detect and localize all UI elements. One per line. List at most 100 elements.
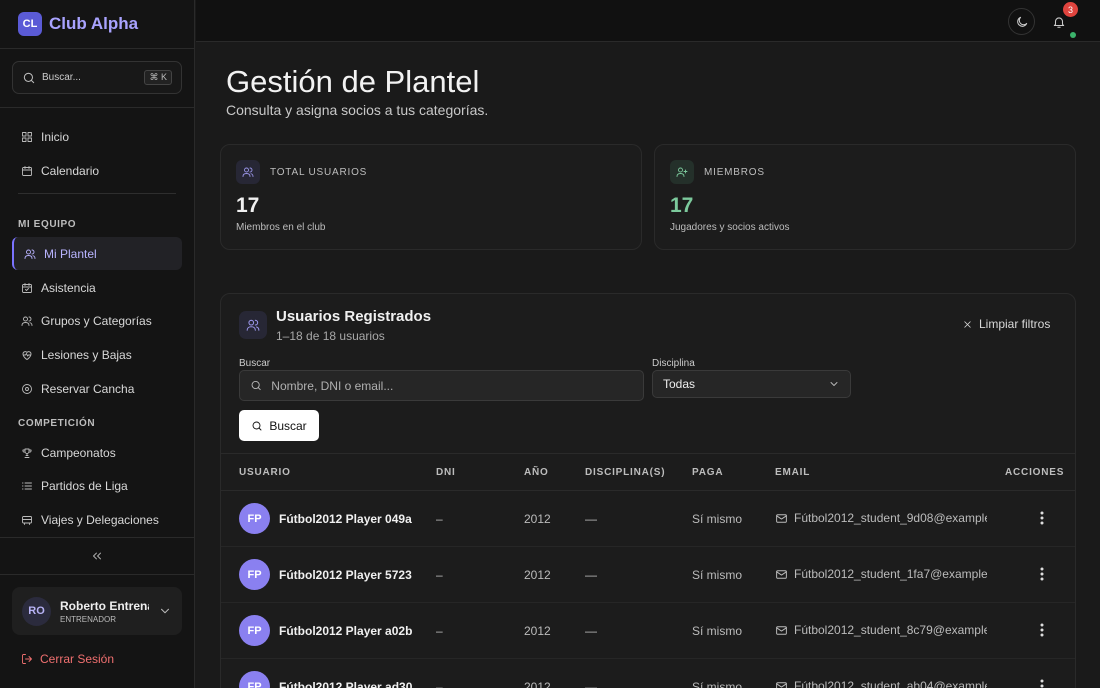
chevrons-left-icon [92, 552, 102, 560]
user-dni: – [436, 680, 443, 688]
sidebar-item-label: Calendario [41, 163, 100, 178]
user-discipline: — [585, 624, 597, 638]
table-row[interactable]: FP Fútbol2012 Player ad30 – 2012 — Sí mi… [221, 659, 1075, 688]
user-email: Fútbol2012_student_ab04@example.com [775, 679, 987, 688]
user-payer: Sí mismo [692, 568, 743, 582]
user-discipline: — [585, 680, 597, 688]
sidebar-item-asistencia[interactable]: Asistencia [12, 271, 182, 304]
section-title-team: MI EQUIPO [18, 219, 77, 230]
row-actions-button[interactable] [1039, 566, 1045, 582]
notification-badge: 3 [1063, 2, 1078, 17]
stat-description: Jugadores y socios activos [670, 222, 790, 233]
sidebar-item-campeonatos[interactable]: Campeonatos [12, 436, 182, 469]
user-email: Fútbol2012_student_8c79@example.com [775, 623, 987, 637]
sidebar-item-reservar[interactable]: Reservar Cancha [12, 372, 182, 405]
more-vertical-icon [1040, 623, 1044, 637]
bus-icon [22, 515, 32, 525]
sidebar-search[interactable]: Buscar... ⌘ K [12, 61, 182, 94]
heart-icon [22, 350, 32, 360]
divider [0, 537, 195, 538]
user-menu[interactable]: RO Roberto Entrenador ENTRENADOR [12, 587, 182, 635]
stat-label: TOTAL USUARIOS [270, 167, 368, 178]
logout-icon [22, 654, 32, 664]
table-row[interactable]: FP Fútbol2012 Player a02b – 2012 — Sí mi… [221, 603, 1075, 659]
discipline-value: Todas [663, 377, 696, 391]
user-year: 2012 [524, 568, 551, 582]
page-title: Gestión de Plantel [226, 64, 480, 99]
stat-label: MIEMBROS [704, 167, 765, 178]
user-email-text: Fútbol2012_student_9d08@example.com [794, 511, 987, 525]
column-header[interactable]: DISCIPLINA(S) [585, 467, 665, 478]
table-header: USUARIO DNI AÑO DISCIPLINA(S) PAGA EMAIL… [221, 453, 1075, 491]
more-vertical-icon [1040, 511, 1044, 525]
brand[interactable]: CL Club Alpha [18, 12, 138, 36]
sidebar-item-calendario[interactable]: Calendario [12, 154, 182, 187]
user-search-field [239, 370, 644, 401]
user-payer: Sí mismo [692, 512, 743, 526]
logout-label: Cerrar Sesión [40, 652, 115, 666]
sidebar: CL Club Alpha Buscar... ⌘ K Inicio Calen… [0, 0, 195, 688]
table-row[interactable]: FP Fútbol2012 Player 5723 – 2012 — Sí mi… [221, 547, 1075, 603]
users-icon [236, 160, 260, 184]
stat-card-total-users: TOTAL USUARIOS 17 Miembros en el club [220, 144, 642, 250]
sidebar-item-label: Lesiones y Bajas [41, 347, 132, 362]
user-payer: Sí mismo [692, 680, 743, 688]
avatar: RO [22, 596, 51, 626]
column-header: ACCIONES [1005, 467, 1065, 478]
user-email: Fútbol2012_student_9d08@example.com [775, 511, 987, 525]
search-button[interactable]: Buscar [239, 410, 319, 441]
stat-value: 17 [236, 194, 260, 217]
user-email-text: Fútbol2012_student_1fa7@example.com [794, 567, 987, 581]
user-year: 2012 [524, 680, 551, 688]
avatar: FP [239, 559, 270, 590]
discipline-select[interactable]: Todas [652, 370, 851, 398]
user-email: Fútbol2012_student_1fa7@example.com [775, 567, 987, 581]
sidebar-item-lesiones[interactable]: Lesiones y Bajas [12, 338, 182, 371]
close-icon [964, 320, 971, 328]
collapse-sidebar-button[interactable] [90, 549, 104, 563]
panel-title: Usuarios Registrados [276, 308, 432, 325]
chevron-down-icon [160, 608, 170, 614]
sidebar-item-label: Campeonatos [41, 445, 116, 460]
column-header[interactable]: EMAIL [775, 467, 810, 478]
user-dni: – [436, 568, 443, 582]
row-actions-button[interactable] [1039, 678, 1045, 688]
logout-button[interactable]: Cerrar Sesión [21, 652, 114, 666]
user-dni: – [436, 624, 443, 638]
user-search-input[interactable] [271, 378, 633, 393]
theme-toggle-button[interactable] [1008, 8, 1035, 35]
section-title-competition: COMPETICIÓN [18, 418, 96, 429]
row-actions-button[interactable] [1039, 510, 1045, 526]
column-header[interactable]: AÑO [524, 467, 549, 478]
user-name: Fútbol2012 Player a02b [279, 624, 413, 638]
user-email-text: Fútbol2012_student_8c79@example.com [794, 623, 987, 637]
sidebar-item-partidos[interactable]: Partidos de Liga [12, 469, 182, 502]
mail-icon [776, 513, 787, 523]
user-email-text: Fútbol2012_student_ab04@example.com [794, 679, 987, 688]
divider [18, 193, 176, 194]
column-header[interactable]: PAGA [692, 467, 723, 478]
search-button-label: Buscar [269, 418, 307, 433]
row-actions-button[interactable] [1039, 622, 1045, 638]
moon-icon [1016, 16, 1027, 27]
user-year: 2012 [524, 624, 551, 638]
divider [0, 107, 195, 108]
trophy-icon [22, 448, 32, 458]
mail-icon [776, 625, 787, 635]
sidebar-item-viajes[interactable]: Viajes y Delegaciones [12, 503, 182, 536]
mail-icon [776, 681, 787, 688]
sidebar-item-label: Partidos de Liga [41, 478, 128, 493]
grid-icon [22, 131, 32, 142]
sidebar-item-mi-plantel[interactable]: Mi Plantel [12, 237, 182, 270]
clear-filters-button[interactable]: Limpiar filtros [962, 317, 1050, 331]
column-header[interactable]: DNI [436, 467, 456, 478]
list-icon [22, 482, 32, 489]
user-name: Fútbol2012 Player 049a [279, 512, 412, 526]
discipline-label: Disciplina [652, 358, 695, 369]
sidebar-item-label: Viajes y Delegaciones [41, 512, 159, 527]
sidebar-item-grupos[interactable]: Grupos y Categorías [12, 304, 182, 337]
table-row[interactable]: FP Fútbol2012 Player 049a – 2012 — Sí mi… [221, 491, 1075, 547]
clear-filters-label: Limpiar filtros [979, 317, 1051, 331]
column-header[interactable]: USUARIO [239, 467, 291, 478]
sidebar-item-inicio[interactable]: Inicio [12, 120, 182, 153]
